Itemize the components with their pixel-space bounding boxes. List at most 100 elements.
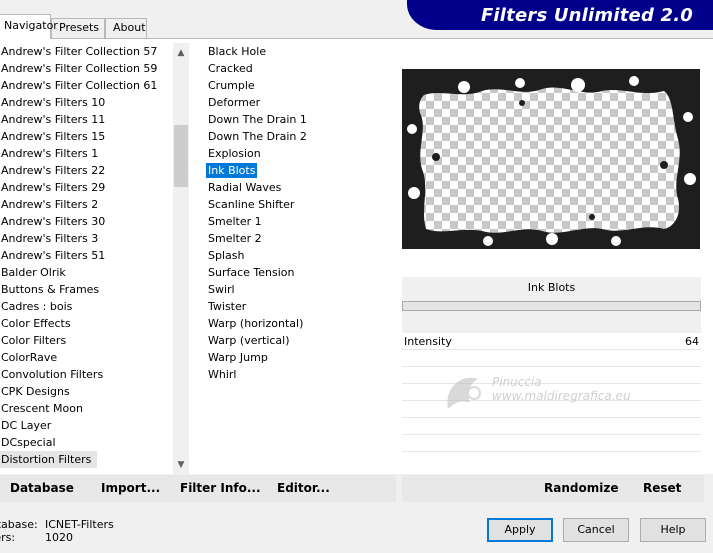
- tab-presets[interactable]: Presets: [51, 18, 105, 38]
- category-item[interactable]: Convolution Filters: [0, 366, 175, 383]
- category-item[interactable]: Andrew's Filters 2: [0, 196, 175, 213]
- category-item[interactable]: DCspecial: [0, 434, 175, 451]
- filter-item[interactable]: Splash: [206, 247, 391, 264]
- filter-item[interactable]: Black Hole: [206, 43, 391, 60]
- filter-item-label: Down The Drain 2: [208, 130, 307, 143]
- filter-item-label: Cracked: [208, 62, 253, 75]
- scroll-thumb[interactable]: [174, 125, 188, 187]
- category-scrollbar[interactable]: ▲ ▼: [173, 43, 189, 475]
- parameter-label: Intensity: [404, 335, 452, 348]
- category-item[interactable]: CPK Designs: [0, 383, 175, 400]
- database-label: atabase:: [0, 518, 38, 531]
- filter-item[interactable]: Radial Waves: [206, 179, 391, 196]
- filter-item[interactable]: Surface Tension: [206, 264, 391, 281]
- filter-item[interactable]: Smelter 1: [206, 213, 391, 230]
- parameter-row-intensity[interactable]: Intensity 64: [402, 333, 701, 350]
- parameter-row-empty: [402, 418, 701, 435]
- filter-item-label: Warp Jump: [208, 351, 268, 364]
- category-item[interactable]: Andrew's Filter Collection 57: [0, 43, 175, 60]
- filter-item-label: Smelter 2: [208, 232, 262, 245]
- database-button[interactable]: Database: [10, 481, 74, 495]
- category-item[interactable]: Distortion Filters: [0, 451, 175, 468]
- filter-item-label: Whirl: [208, 368, 237, 381]
- category-item[interactable]: Andrew's Filters 51: [0, 247, 175, 264]
- category-item[interactable]: Andrew's Filters 10: [0, 94, 175, 111]
- filter-item[interactable]: Warp Jump: [206, 349, 391, 366]
- category-item[interactable]: Cadres : bois: [0, 298, 175, 315]
- category-item-label: DCspecial: [1, 436, 56, 449]
- filter-item-label: Crumple: [208, 79, 255, 92]
- reset-button[interactable]: Reset: [643, 481, 681, 495]
- parameter-row-empty: [402, 435, 701, 452]
- filter-item-label: Explosion: [208, 147, 261, 160]
- category-item[interactable]: Andrew's Filters 15: [0, 128, 175, 145]
- category-item[interactable]: Color Filters: [0, 332, 175, 349]
- category-item-label: Balder Olrik: [1, 266, 66, 279]
- parameter-row-empty: [402, 367, 701, 384]
- parameter-row-empty: [402, 401, 701, 418]
- filter-item[interactable]: Explosion: [206, 145, 391, 162]
- tab-about[interactable]: About: [105, 18, 147, 38]
- category-item[interactable]: Crescent Moon: [0, 400, 175, 417]
- parameter-actions-bar: Randomize Reset: [402, 475, 704, 502]
- filter-item-label: Warp (vertical): [208, 334, 290, 347]
- editor-button[interactable]: Editor...: [277, 481, 330, 495]
- parameter-filter-name: Ink Blots: [527, 281, 576, 294]
- randomize-button[interactable]: Randomize: [544, 481, 618, 495]
- category-item[interactable]: Andrew's Filters 11: [0, 111, 175, 128]
- filter-item[interactable]: Ink Blots: [206, 162, 391, 179]
- filter-item-label: Surface Tension: [208, 266, 295, 279]
- category-item[interactable]: Balder Olrik: [0, 264, 175, 281]
- filter-preview: [402, 69, 700, 249]
- category-item[interactable]: Andrew's Filters 30: [0, 213, 175, 230]
- filter-item[interactable]: Warp (horizontal): [206, 315, 391, 332]
- category-item[interactable]: Andrew's Filters 1: [0, 145, 175, 162]
- category-item-label: Andrew's Filters 2: [1, 198, 99, 211]
- cancel-button[interactable]: Cancel: [563, 518, 629, 542]
- category-item[interactable]: Andrew's Filter Collection 61: [0, 77, 175, 94]
- category-item[interactable]: Andrew's Filters 22: [0, 162, 175, 179]
- filter-item[interactable]: Whirl: [206, 366, 391, 383]
- filter-item-label: Warp (horizontal): [208, 317, 304, 330]
- category-item[interactable]: Andrew's Filters 29: [0, 179, 175, 196]
- category-list[interactable]: Andrew's Filter Collection 57 Andrew's Fi…: [0, 43, 175, 473]
- title-banner: Filters Unlimited 2.0: [407, 0, 713, 30]
- filter-item[interactable]: Warp (vertical): [206, 332, 391, 349]
- category-item-label: Andrew's Filters 10: [1, 96, 106, 109]
- filter-item-label: Smelter 1: [208, 215, 262, 228]
- filter-item[interactable]: Deformer: [206, 94, 391, 111]
- import-button[interactable]: Import...: [101, 481, 160, 495]
- filter-item[interactable]: Twister: [206, 298, 391, 315]
- scroll-up-icon[interactable]: ▲: [173, 45, 189, 61]
- filter-item[interactable]: Scanline Shifter: [206, 196, 391, 213]
- category-item[interactable]: Buttons & Frames: [0, 281, 175, 298]
- parameter-value[interactable]: 64: [685, 335, 699, 348]
- category-item-label: Distortion Filters: [0, 451, 98, 468]
- category-item[interactable]: Color Effects: [0, 315, 175, 332]
- filter-item[interactable]: Swirl: [206, 281, 391, 298]
- filter-item[interactable]: Cracked: [206, 60, 391, 77]
- navigator-panel: Andrew's Filter Collection 57 Andrew's Fi…: [0, 38, 713, 475]
- filter-info-button[interactable]: Filter Info...: [180, 481, 261, 495]
- help-button[interactable]: Help: [640, 518, 706, 542]
- filter-item[interactable]: Smelter 2: [206, 230, 391, 247]
- category-item-label: Convolution Filters: [1, 368, 104, 381]
- category-item[interactable]: Andrew's Filter Collection 59: [0, 60, 175, 77]
- tab-navigator[interactable]: Navigator: [0, 14, 58, 39]
- banner-title: Filters Unlimited 2.0: [480, 5, 693, 26]
- filter-item-label: Twister: [208, 300, 247, 313]
- filter-list[interactable]: Black Hole Cracked Crumple Deformer Down The…: [206, 43, 391, 383]
- filter-item[interactable]: Down The Drain 2: [206, 128, 391, 145]
- category-item[interactable]: DC Layer: [0, 417, 175, 434]
- filter-item[interactable]: Crumple: [206, 77, 391, 94]
- category-item-label: Andrew's Filters 1: [1, 147, 99, 160]
- category-item[interactable]: Andrew's Filters 3: [0, 230, 175, 247]
- filter-item[interactable]: Down The Drain 1: [206, 111, 391, 128]
- category-item[interactable]: ColorRave: [0, 349, 175, 366]
- category-item-label: Cadres : bois: [1, 300, 73, 313]
- category-item-label: Color Filters: [1, 334, 67, 347]
- category-item-label: Andrew's Filters 22: [1, 164, 106, 177]
- apply-button[interactable]: Apply: [487, 518, 553, 542]
- scroll-down-icon[interactable]: ▼: [173, 457, 189, 473]
- category-item-label: Andrew's Filters 29: [1, 181, 106, 194]
